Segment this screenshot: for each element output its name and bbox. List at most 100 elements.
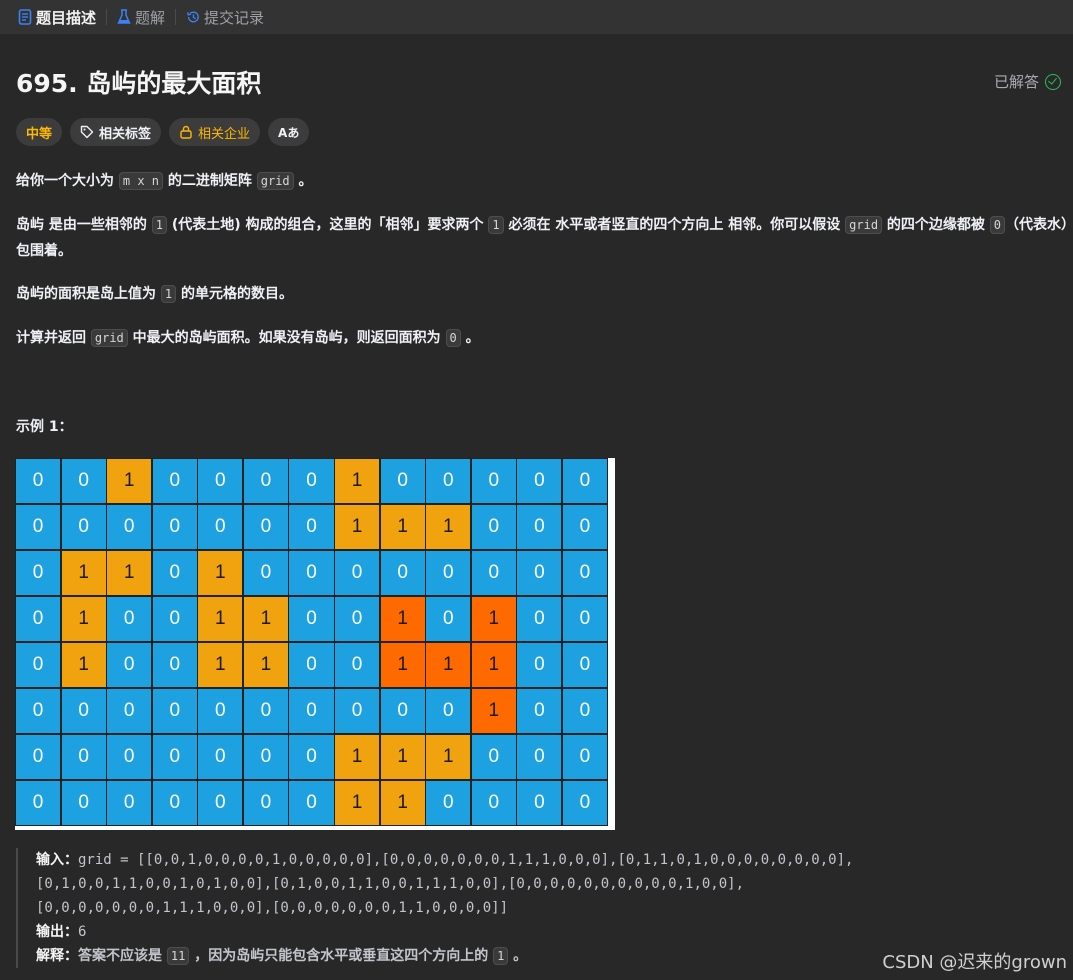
grid-cell: 0 [16, 780, 61, 825]
grid-cell: 0 [16, 550, 61, 596]
grid-cell: 0 [243, 688, 288, 734]
related-companies-button[interactable]: 相关企业 [169, 118, 261, 146]
grid-cell: 0 [152, 459, 197, 504]
grid-cell: 0 [152, 780, 197, 825]
text: 计算并返回 [16, 330, 91, 346]
tag-row: 中等 相关标签 相关企业 Aあ [16, 118, 310, 146]
grid-cell: 0 [152, 596, 197, 642]
grid-cell: 1 [426, 734, 471, 780]
grid-cell: 0 [243, 550, 288, 596]
difficulty-badge: 中等 [16, 118, 63, 146]
grid-cell: 0 [335, 688, 380, 734]
text: 中最大的岛屿面积。如果没有岛屿，则返回面积为 [127, 330, 446, 346]
grid-cell: 0 [517, 642, 562, 688]
grid-cell: 1 [471, 642, 516, 688]
grid-cell: 0 [198, 688, 243, 734]
grid-cell: 1 [243, 596, 288, 642]
inline-code: grid [845, 216, 883, 234]
grid-cell: 0 [243, 504, 288, 550]
grid-cell: 0 [426, 550, 471, 596]
grid-cell: 0 [16, 504, 61, 550]
tab-description[interactable]: 题目描述 [12, 0, 102, 34]
text: (代表土地) 构成的组合，这里的「相邻」要求两个 [166, 217, 489, 233]
grid-cell: 1 [380, 780, 425, 825]
related-tags-label: 相关标签 [99, 126, 152, 142]
description-paragraph-4: 计算并返回 grid 中最大的岛屿面积。如果没有岛屿，则返回面积为 0 。 [16, 325, 1070, 351]
grid-cell: 1 [61, 596, 106, 642]
grid-cell: 0 [198, 459, 243, 504]
tab-solutions[interactable]: 题解 [111, 0, 171, 34]
grid-cell: 0 [562, 550, 607, 596]
text: 是由一些相邻的 [44, 217, 152, 233]
example-output: 输出：6 [36, 920, 1056, 944]
solved-status: 已解答 [994, 71, 1061, 92]
text: 答案不应该是 [78, 948, 167, 964]
solved-label: 已解答 [993, 73, 1039, 91]
grid-cell: 0 [562, 734, 607, 780]
description-paragraph-3: 岛屿的面积是岛上值为 1 的单元格的数目。 [16, 281, 1070, 307]
grid-cell: 0 [335, 596, 380, 642]
grid-cell: 0 [61, 688, 106, 734]
text: 。 [293, 173, 313, 189]
grid-cell: 0 [562, 688, 607, 734]
text: 的二进制矩阵 [163, 173, 257, 189]
inline-code: 0 [445, 329, 461, 347]
grid-cell: 0 [289, 688, 334, 734]
grid-cell: 1 [198, 596, 243, 642]
grid-cell: 0 [243, 780, 288, 825]
grid-cell: 1 [335, 734, 380, 780]
grid-cell: 0 [289, 459, 334, 504]
grid-cell: 0 [16, 688, 61, 734]
grid-cell: 0 [61, 734, 106, 780]
inline-code: 1 [488, 216, 504, 234]
translate-icon: Aあ [278, 125, 300, 140]
grid-cell: 0 [289, 550, 334, 596]
example-heading: 示例 1： [16, 419, 73, 435]
grid-cell: 0 [243, 734, 288, 780]
font-toggle-button[interactable]: Aあ [268, 118, 310, 146]
output-label: 输出： [36, 924, 78, 940]
example-input: 输入：grid = [[0,0,1,0,0,0,0,1,0,0,0,0,0],[… [36, 848, 1056, 872]
grid-cell: 0 [517, 596, 562, 642]
grid-cell: 0 [61, 780, 106, 825]
grid-cell: 1 [426, 642, 471, 688]
grid-cell: 0 [107, 596, 152, 642]
text: 必须在 [503, 217, 556, 233]
grid-cell: 0 [335, 642, 380, 688]
grid-cell: 0 [517, 688, 562, 734]
grid-cell: 0 [471, 734, 516, 780]
tab-bar: 题目描述 题解 提交记录 [0, 0, 1073, 34]
document-icon [18, 9, 32, 25]
grid-cell: 0 [426, 459, 471, 504]
grid-cell: 0 [517, 550, 562, 596]
input-line-1: grid = [[0,0,1,0,0,0,0,1,0,0,0,0,0],[0,0… [78, 852, 854, 868]
grid-cell: 1 [380, 734, 425, 780]
grid-cell: 1 [335, 780, 380, 825]
inline-code: m x n [118, 172, 163, 190]
lock-icon [180, 125, 192, 139]
check-circle-icon [1045, 73, 1061, 90]
grid-cell: 0 [289, 642, 334, 688]
grid-cell: 0 [152, 642, 197, 688]
grid-cell: 0 [562, 504, 607, 550]
grid-cell: 0 [335, 550, 380, 596]
tab-submissions[interactable]: 提交记录 [180, 0, 270, 34]
grid-cell: 0 [243, 459, 288, 504]
grid-cell: 0 [289, 780, 334, 825]
grid-cell: 1 [61, 550, 106, 596]
related-tags-button[interactable]: 相关标签 [70, 118, 162, 146]
example-grid-image: 0010000100000000000011100001101000000000… [15, 458, 615, 830]
grid-cell: 0 [198, 734, 243, 780]
grid-cell: 0 [471, 780, 516, 825]
grid-cell: 0 [107, 734, 152, 780]
related-companies-label: 相关企业 [198, 126, 251, 142]
grid-cell: 0 [152, 550, 197, 596]
input-label: 输入： [36, 852, 78, 868]
grid-cell: 0 [16, 734, 61, 780]
grid-cell: 1 [426, 504, 471, 550]
inline-code: 1 [493, 947, 509, 965]
grid-cell: 1 [335, 459, 380, 504]
text: 的四个边缘都被 [882, 217, 990, 233]
grid-cell: 0 [426, 596, 471, 642]
grid-cell: 0 [198, 780, 243, 825]
